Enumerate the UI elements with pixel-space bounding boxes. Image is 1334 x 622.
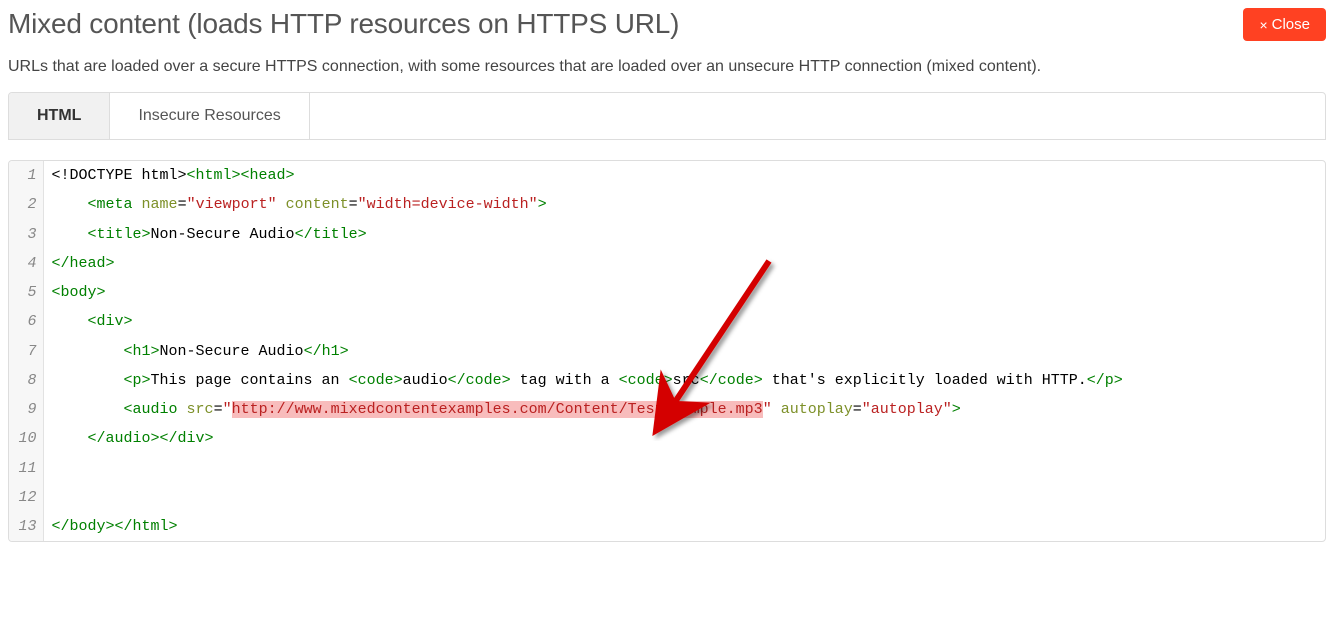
line-number: 4 bbox=[9, 249, 43, 278]
line-number: 13 bbox=[9, 512, 43, 541]
code-content: <meta name="viewport" content="width=dev… bbox=[43, 190, 1325, 219]
code-line: 6 <div> bbox=[9, 307, 1325, 336]
code-content: <div> bbox=[43, 307, 1325, 336]
line-number: 1 bbox=[9, 161, 43, 190]
line-number: 6 bbox=[9, 307, 43, 336]
code-line: 1<!DOCTYPE html><html><head> bbox=[9, 161, 1325, 190]
line-number: 5 bbox=[9, 278, 43, 307]
code-line: 5<body> bbox=[9, 278, 1325, 307]
code-line: 11 bbox=[9, 454, 1325, 483]
code-line: 3 <title>Non-Secure Audio</title> bbox=[9, 220, 1325, 249]
code-content bbox=[43, 454, 1325, 483]
line-number: 7 bbox=[9, 337, 43, 366]
line-number: 12 bbox=[9, 483, 43, 512]
header-row: Mixed content (loads HTTP resources on H… bbox=[8, 8, 1326, 46]
tab-insecure-resources[interactable]: Insecure Resources bbox=[110, 93, 309, 139]
line-number: 11 bbox=[9, 454, 43, 483]
code-line: 7 <h1>Non-Secure Audio</h1> bbox=[9, 337, 1325, 366]
line-number: 10 bbox=[9, 424, 43, 453]
code-content: <title>Non-Secure Audio</title> bbox=[43, 220, 1325, 249]
line-number: 9 bbox=[9, 395, 43, 424]
code-content: </audio></div> bbox=[43, 424, 1325, 453]
code-line: 13</body></html> bbox=[9, 512, 1325, 541]
code-panel: 1<!DOCTYPE html><html><head>2 <meta name… bbox=[8, 160, 1326, 542]
code-line: 10 </audio></div> bbox=[9, 424, 1325, 453]
code-line: 12 bbox=[9, 483, 1325, 512]
code-content: <audio src="http://www.mixedcontentexamp… bbox=[43, 395, 1325, 424]
line-number: 3 bbox=[9, 220, 43, 249]
code-content: <h1>Non-Secure Audio</h1> bbox=[43, 337, 1325, 366]
code-content bbox=[43, 483, 1325, 512]
code-content: <body> bbox=[43, 278, 1325, 307]
line-number: 8 bbox=[9, 366, 43, 395]
code-content: </body></html> bbox=[43, 512, 1325, 541]
description-text: URLs that are loaded over a secure HTTPS… bbox=[8, 58, 1326, 76]
close-icon: × bbox=[1259, 18, 1267, 32]
close-button-label: Close bbox=[1272, 16, 1310, 33]
code-line: 8 <p>This page contains an <code>audio</… bbox=[9, 366, 1325, 395]
code-table: 1<!DOCTYPE html><html><head>2 <meta name… bbox=[9, 161, 1325, 541]
code-content: </head> bbox=[43, 249, 1325, 278]
code-line: 2 <meta name="viewport" content="width=d… bbox=[9, 190, 1325, 219]
code-content: <!DOCTYPE html><html><head> bbox=[43, 161, 1325, 190]
tab-html[interactable]: HTML bbox=[9, 93, 110, 139]
code-line: 9 <audio src="http://www.mixedcontentexa… bbox=[9, 395, 1325, 424]
tabs-container: HTML Insecure Resources bbox=[8, 92, 1326, 140]
line-number: 2 bbox=[9, 190, 43, 219]
close-button[interactable]: × Close bbox=[1243, 8, 1326, 41]
page-title: Mixed content (loads HTTP resources on H… bbox=[8, 8, 679, 40]
code-content: <p>This page contains an <code>audio</co… bbox=[43, 366, 1325, 395]
code-line: 4</head> bbox=[9, 249, 1325, 278]
